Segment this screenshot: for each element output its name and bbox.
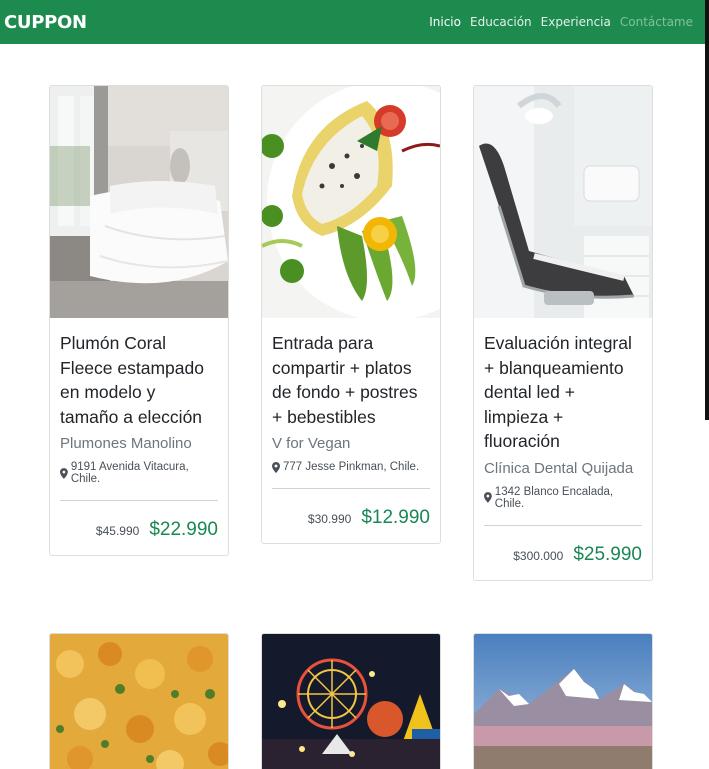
nav-links: Inicio Educación Experiencia Contáctame xyxy=(429,15,693,29)
nav-link-inicio[interactable]: Inicio xyxy=(429,15,461,29)
card-prices: $30.990 $12.990 xyxy=(272,489,430,543)
new-price: $22.990 xyxy=(149,519,218,540)
navbar: CUPPON Inicio Educación Experiencia Cont… xyxy=(0,0,705,44)
old-price: $45.990 xyxy=(95,524,140,538)
card-title[interactable]: Plumón Coral Fleece estampado en modelo … xyxy=(60,331,218,429)
deal-card[interactable] xyxy=(49,633,229,769)
card-image-bedroom[interactable] xyxy=(50,86,228,318)
card-image-night-fair[interactable] xyxy=(262,634,440,769)
new-price: $25.990 xyxy=(573,543,642,565)
card-prices: $45.990 $22.990 xyxy=(60,501,218,555)
card-body: Evaluación integral + blanqueamiento den… xyxy=(474,318,652,580)
card-title[interactable]: Evaluación integral + blanqueamiento den… xyxy=(484,331,642,454)
map-marker-icon xyxy=(60,467,68,479)
card-address: 777 Jesse Pinkman, Chile. xyxy=(272,461,430,473)
card-prices: $300.000 $25.990 xyxy=(484,526,642,580)
old-price: $300.000 xyxy=(513,548,564,563)
map-marker-icon xyxy=(272,461,280,473)
scrollbar[interactable] xyxy=(705,0,709,420)
deal-card[interactable]: Entrada para compartir + platos de fondo… xyxy=(261,85,441,544)
card-merchant: Plumones Manolino xyxy=(60,435,192,452)
nav-link-educacion[interactable]: Educación xyxy=(470,15,532,29)
card-merchant: V for Vegan xyxy=(272,435,351,452)
deal-card[interactable]: Evaluación integral + blanqueamiento den… xyxy=(473,85,653,581)
card-image-food[interactable] xyxy=(50,634,228,769)
card-body: Entrada para compartir + platos de fondo… xyxy=(262,318,440,543)
card-body: Plumón Coral Fleece estampado en modelo … xyxy=(50,318,228,555)
nav-link-contactame[interactable]: Contáctame xyxy=(620,15,693,29)
deal-card[interactable] xyxy=(261,633,441,769)
card-address: 1342 Blanco Encalada, Chile. xyxy=(484,486,642,510)
nav-link-experiencia[interactable]: Experiencia xyxy=(541,15,611,29)
card-address: 9191 Avenida Vitacura, Chile. xyxy=(60,461,218,485)
card-image-volcano-landscape[interactable] xyxy=(474,634,652,769)
card-address-text: 1342 Blanco Encalada, Chile. xyxy=(494,485,614,510)
card-merchant: Clínica Dental Quijada xyxy=(484,459,634,477)
card-image-vegan-dish[interactable] xyxy=(262,86,440,318)
card-address-text: 9191 Avenida Vitacura, Chile. xyxy=(70,461,189,485)
card-address-text: 777 Jesse Pinkman, Chile. xyxy=(283,461,420,473)
card-title[interactable]: Entrada para compartir + platos de fondo… xyxy=(272,331,430,429)
new-price: $12.990 xyxy=(361,507,430,528)
old-price: $30.990 xyxy=(307,512,352,526)
deal-card[interactable] xyxy=(473,633,653,769)
brand-logo[interactable]: CUPPON xyxy=(4,12,87,33)
card-image-dental-chair[interactable] xyxy=(474,86,652,318)
map-marker-icon xyxy=(484,492,492,503)
deal-card[interactable]: Plumón Coral Fleece estampado en modelo … xyxy=(49,85,229,556)
